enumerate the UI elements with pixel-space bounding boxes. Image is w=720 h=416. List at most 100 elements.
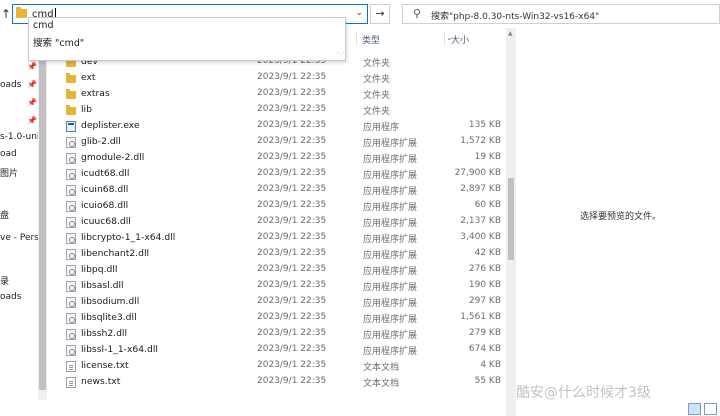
column-type[interactable]: 类型 (362, 33, 380, 46)
file-date: 2023/9/1 22:35 (257, 376, 327, 386)
file-type: 应用程序 (363, 123, 400, 133)
file-row[interactable]: libenchant2.dll 2023/9/1 22:35 应用程序扩展 42 KB (52, 246, 504, 262)
file-row[interactable]: icuin68.dll 2023/9/1 22:35 应用程序扩展 2,897 KB (52, 182, 504, 198)
file-list-scrollbar-thumb[interactable] (508, 178, 514, 260)
file-name: libsqlite3.dll (81, 312, 137, 323)
go-arrow-icon[interactable]: → (370, 4, 390, 24)
file-row[interactable]: icudt68.dll 2023/9/1 22:35 应用程序扩展 27,900 KB (52, 166, 504, 182)
file-type: 应用程序扩展 (363, 155, 418, 165)
nav-scrollbar-thumb[interactable] (39, 34, 46, 390)
file-name: libsodium.dll (81, 296, 140, 307)
file-name: libssh2.dll (81, 328, 128, 339)
column-divider[interactable] (444, 32, 445, 46)
folder-icon (66, 73, 76, 83)
file-row[interactable]: libssl-1_1-x64.dll 2023/9/1 22:35 应用程序扩展 67… (52, 342, 504, 358)
column-divider[interactable] (356, 32, 357, 46)
file-size: 2,137 KB (460, 216, 501, 226)
file-type: 文件夹 (363, 107, 391, 117)
nav-item[interactable]: oad (0, 149, 17, 159)
suggestion-item[interactable]: 搜索 "cmd" (33, 35, 84, 49)
nav-item[interactable]: s-1.0-univ (0, 132, 38, 142)
dll-icon (66, 329, 76, 340)
file-date: 2023/9/1 22:35 (257, 136, 327, 146)
file-size: 276 KB (468, 264, 501, 274)
search-icon: ⚲ (413, 7, 422, 20)
file-name: glib-2.dll (81, 136, 121, 147)
file-list-scrollbar[interactable]: ▲ (506, 28, 516, 416)
nav-item[interactable]: oads (0, 292, 21, 302)
large-icons-view-icon[interactable] (704, 403, 717, 415)
nav-item[interactable]: 录 (0, 274, 9, 287)
txt-icon (66, 377, 76, 388)
file-row[interactable]: extras 2023/9/1 22:35 文件夹 (52, 86, 504, 102)
file-type: 文本文档 (363, 363, 400, 373)
file-row[interactable]: glib-2.dll 2023/9/1 22:35 应用程序扩展 1,572 KB (52, 134, 504, 150)
file-row[interactable]: libsqlite3.dll 2023/9/1 22:35 应用程序扩展 1,561 … (52, 310, 504, 326)
file-row[interactable]: libsasl.dll 2023/9/1 22:35 应用程序扩展 190 KB (52, 278, 504, 294)
up-arrow-icon[interactable]: ↑ (0, 4, 12, 24)
nav-item[interactable]: oads (0, 80, 21, 90)
file-date: 2023/9/1 22:35 (257, 200, 327, 210)
details-view-icon[interactable] (688, 403, 701, 415)
folder-icon (66, 89, 76, 99)
file-type: 应用程序扩展 (363, 347, 418, 357)
nav-scrollbar[interactable] (38, 28, 47, 400)
folder-icon (16, 7, 27, 18)
nav-item[interactable]: 盘 (0, 208, 9, 221)
suggestion-item[interactable]: cmd (33, 20, 54, 31)
file-row[interactable]: lib 2023/9/1 22:35 文件夹 (52, 102, 504, 118)
file-list: dev 2023/9/1 22:35 文件夹 ext 2023/9/1 22:35 文件夹… (52, 46, 504, 408)
pin-icon[interactable]: 📌 (27, 62, 37, 71)
file-size: 27,900 KB (454, 168, 501, 178)
dll-icon (66, 185, 76, 196)
file-size: 55 KB (474, 376, 501, 386)
file-date: 2023/9/1 22:35 (257, 328, 327, 338)
file-name: gmodule-2.dll (81, 152, 145, 163)
file-date: 2023/9/1 22:35 (257, 264, 327, 274)
file-row[interactable]: ext 2023/9/1 22:35 文件夹 (52, 70, 504, 86)
nav-item[interactable]: 图片 (0, 166, 18, 179)
file-row[interactable]: icuio68.dll 2023/9/1 22:35 应用程序扩展 60 KB (52, 198, 504, 214)
file-name: libcrypto-1_1-x64.dll (81, 232, 176, 243)
file-name: icudt68.dll (81, 168, 130, 179)
file-size: 279 KB (468, 328, 501, 338)
exe-icon (66, 121, 76, 132)
file-type: 应用程序扩展 (363, 219, 418, 229)
file-name: license.txt (81, 360, 129, 371)
txt-icon (66, 361, 76, 372)
pin-icon[interactable]: 📌 (27, 116, 37, 125)
column-size[interactable]: 大小 (451, 33, 469, 46)
file-size: 135 KB (468, 120, 501, 130)
file-size: 1,572 KB (460, 136, 501, 146)
file-type: 应用程序扩展 (363, 331, 418, 341)
scroll-up-icon[interactable]: ▲ (508, 30, 513, 37)
nav-item[interactable]: ve - Perso (0, 233, 38, 243)
file-row[interactable]: libcrypto-1_1-x64.dll 2023/9/1 22:35 应用程序扩… (52, 230, 504, 246)
file-name: icuin68.dll (81, 184, 129, 195)
pin-icon[interactable]: 📌 (27, 80, 37, 89)
search-input[interactable]: ⚲ 搜索"php-8.0.30-nts-Win32-vs16-x64" (402, 4, 720, 24)
file-type: 应用程序扩展 (363, 283, 418, 293)
file-row[interactable]: libssh2.dll 2023/9/1 22:35 应用程序扩展 279 KB (52, 326, 504, 342)
dll-icon (66, 345, 76, 356)
file-row[interactable]: libsodium.dll 2023/9/1 22:35 应用程序扩展 297 KB (52, 294, 504, 310)
file-size: 1,561 KB (460, 312, 501, 322)
file-name: libsasl.dll (81, 280, 124, 291)
file-row[interactable]: libpq.dll 2023/9/1 22:35 应用程序扩展 276 KB (52, 262, 504, 278)
file-date: 2023/9/1 22:35 (257, 232, 327, 242)
file-size: 674 KB (468, 344, 501, 354)
dll-icon (66, 313, 76, 324)
pin-icon[interactable]: 📌 (27, 98, 37, 107)
chevron-down-icon[interactable]: ⌄ (355, 8, 363, 18)
file-name: libpq.dll (81, 264, 118, 275)
file-row[interactable]: license.txt 2023/9/1 22:35 文本文档 4 KB (52, 358, 504, 374)
file-type: 应用程序扩展 (363, 171, 418, 181)
file-row[interactable]: icuuc68.dll 2023/9/1 22:35 应用程序扩展 2,137 KB (52, 214, 504, 230)
file-date: 2023/9/1 22:35 (257, 312, 327, 322)
preview-pane: 选择要预览的文件。 (516, 28, 720, 400)
file-row[interactable]: news.txt 2023/9/1 22:35 文本文档 55 KB (52, 374, 504, 390)
resize-grip-icon[interactable]: ⋰⋰ (333, 51, 344, 58)
file-type: 应用程序扩展 (363, 139, 418, 149)
file-row[interactable]: deplister.exe 2023/9/1 22:35 应用程序 135 KB (52, 118, 504, 134)
file-row[interactable]: gmodule-2.dll 2023/9/1 22:35 应用程序扩展 19 KB (52, 150, 504, 166)
